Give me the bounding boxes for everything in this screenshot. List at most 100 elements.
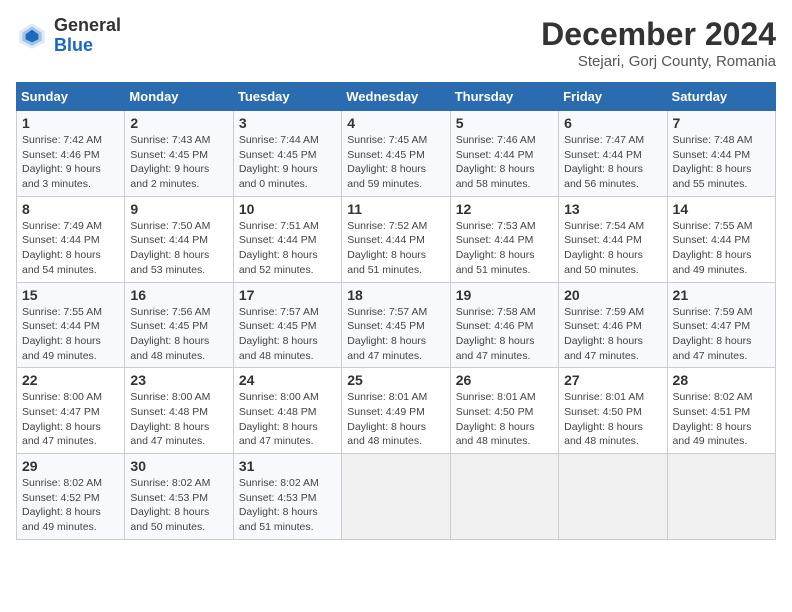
- day-info: Sunrise: 8:02 AM Sunset: 4:51 PM Dayligh…: [673, 390, 770, 449]
- day-info: Sunrise: 7:42 AM Sunset: 4:46 PM Dayligh…: [22, 133, 119, 192]
- day-info: Sunrise: 7:59 AM Sunset: 4:47 PM Dayligh…: [673, 305, 770, 364]
- calendar-week-5: 29 Sunrise: 8:02 AM Sunset: 4:52 PM Dayli…: [17, 454, 776, 540]
- day-number: 9: [130, 201, 227, 217]
- day-info: Sunrise: 8:02 AM Sunset: 4:53 PM Dayligh…: [130, 476, 227, 535]
- day-info: Sunrise: 7:59 AM Sunset: 4:46 PM Dayligh…: [564, 305, 661, 364]
- logo: General Blue: [16, 16, 121, 56]
- day-number: 21: [673, 287, 770, 303]
- col-header-friday: Friday: [559, 83, 667, 111]
- day-info: Sunrise: 7:45 AM Sunset: 4:45 PM Dayligh…: [347, 133, 444, 192]
- calendar-cell: 11Sunrise: 7:52 AM Sunset: 4:44 PM Dayli…: [342, 196, 450, 282]
- day-info: Sunrise: 8:01 AM Sunset: 4:50 PM Dayligh…: [564, 390, 661, 449]
- day-number: 17: [239, 287, 336, 303]
- day-number: 27: [564, 372, 661, 388]
- day-info: Sunrise: 7:48 AM Sunset: 4:44 PM Dayligh…: [673, 133, 770, 192]
- day-number: 25: [347, 372, 444, 388]
- day-number: 7: [673, 115, 770, 131]
- calendar-cell: 16Sunrise: 7:56 AM Sunset: 4:45 PM Dayli…: [125, 282, 233, 368]
- day-info: Sunrise: 7:43 AM Sunset: 4:45 PM Dayligh…: [130, 133, 227, 192]
- calendar-cell: [559, 454, 667, 540]
- calendar-cell: 21 Sunrise: 7:59 AM Sunset: 4:47 PM Dayli…: [667, 282, 775, 368]
- day-info: Sunrise: 7:54 AM Sunset: 4:44 PM Dayligh…: [564, 219, 661, 278]
- day-number: 30: [130, 458, 227, 474]
- day-info: Sunrise: 7:49 AM Sunset: 4:44 PM Dayligh…: [22, 219, 119, 278]
- day-info: Sunrise: 7:52 AM Sunset: 4:44 PM Dayligh…: [347, 219, 444, 278]
- day-info: Sunrise: 8:01 AM Sunset: 4:49 PM Dayligh…: [347, 390, 444, 449]
- day-number: 28: [673, 372, 770, 388]
- day-info: Sunrise: 8:02 AM Sunset: 4:52 PM Dayligh…: [22, 476, 119, 535]
- calendar-cell: 23 Sunrise: 8:00 AM Sunset: 4:48 PM Dayli…: [125, 368, 233, 454]
- calendar-cell: 2 Sunrise: 7:43 AM Sunset: 4:45 PM Daylig…: [125, 111, 233, 197]
- calendar-week-1: 1 Sunrise: 7:42 AM Sunset: 4:46 PM Daylig…: [17, 111, 776, 197]
- calendar-cell: 10Sunrise: 7:51 AM Sunset: 4:44 PM Dayli…: [233, 196, 341, 282]
- calendar-cell: 17 Sunrise: 7:57 AM Sunset: 4:45 PM Dayli…: [233, 282, 341, 368]
- day-info: Sunrise: 7:57 AM Sunset: 4:45 PM Dayligh…: [347, 305, 444, 364]
- calendar-cell: 24 Sunrise: 8:00 AM Sunset: 4:48 PM Dayli…: [233, 368, 341, 454]
- calendar-cell: 28 Sunrise: 8:02 AM Sunset: 4:51 PM Dayli…: [667, 368, 775, 454]
- calendar-cell: 18 Sunrise: 7:57 AM Sunset: 4:45 PM Dayli…: [342, 282, 450, 368]
- day-info: Sunrise: 7:44 AM Sunset: 4:45 PM Dayligh…: [239, 133, 336, 192]
- day-info: Sunrise: 7:58 AM Sunset: 4:46 PM Dayligh…: [456, 305, 553, 364]
- day-number: 8: [22, 201, 119, 217]
- day-number: 13: [564, 201, 661, 217]
- logo-icon: [16, 20, 48, 52]
- calendar-cell: [667, 454, 775, 540]
- calendar-cell: [450, 454, 558, 540]
- col-header-wednesday: Wednesday: [342, 83, 450, 111]
- calendar-cell: 29 Sunrise: 8:02 AM Sunset: 4:52 PM Dayli…: [17, 454, 125, 540]
- day-number: 31: [239, 458, 336, 474]
- day-info: Sunrise: 8:00 AM Sunset: 4:47 PM Dayligh…: [22, 390, 119, 449]
- calendar-cell: 20 Sunrise: 7:59 AM Sunset: 4:46 PM Dayli…: [559, 282, 667, 368]
- calendar-cell: 12Sunrise: 7:53 AM Sunset: 4:44 PM Dayli…: [450, 196, 558, 282]
- day-number: 22: [22, 372, 119, 388]
- col-header-saturday: Saturday: [667, 83, 775, 111]
- calendar-cell: 4 Sunrise: 7:45 AM Sunset: 4:45 PM Daylig…: [342, 111, 450, 197]
- calendar-cell: 5Sunrise: 7:46 AM Sunset: 4:44 PM Daylig…: [450, 111, 558, 197]
- day-number: 15: [22, 287, 119, 303]
- day-number: 29: [22, 458, 119, 474]
- day-number: 20: [564, 287, 661, 303]
- calendar-cell: 22 Sunrise: 8:00 AM Sunset: 4:47 PM Dayli…: [17, 368, 125, 454]
- month-title: December 2024: [541, 16, 776, 53]
- day-info: Sunrise: 7:55 AM Sunset: 4:44 PM Dayligh…: [673, 219, 770, 278]
- day-number: 19: [456, 287, 553, 303]
- day-number: 14: [673, 201, 770, 217]
- day-number: 24: [239, 372, 336, 388]
- title-block: December 2024 Stejari, Gorj County, Roma…: [541, 16, 776, 70]
- day-info: Sunrise: 7:55 AM Sunset: 4:44 PM Dayligh…: [22, 305, 119, 364]
- calendar-cell: 27 Sunrise: 8:01 AM Sunset: 4:50 PM Dayli…: [559, 368, 667, 454]
- day-number: 5: [456, 115, 553, 131]
- calendar-week-4: 22 Sunrise: 8:00 AM Sunset: 4:47 PM Dayli…: [17, 368, 776, 454]
- day-info: Sunrise: 8:02 AM Sunset: 4:53 PM Dayligh…: [239, 476, 336, 535]
- calendar-cell: 30 Sunrise: 8:02 AM Sunset: 4:53 PM Dayli…: [125, 454, 233, 540]
- day-number: 23: [130, 372, 227, 388]
- calendar-cell: 15 Sunrise: 7:55 AM Sunset: 4:44 PM Dayli…: [17, 282, 125, 368]
- day-info: Sunrise: 7:50 AM Sunset: 4:44 PM Dayligh…: [130, 219, 227, 278]
- calendar-cell: 9 Sunrise: 7:50 AM Sunset: 4:44 PM Daylig…: [125, 196, 233, 282]
- day-info: Sunrise: 7:57 AM Sunset: 4:45 PM Dayligh…: [239, 305, 336, 364]
- day-info: Sunrise: 7:51 AM Sunset: 4:44 PM Dayligh…: [239, 219, 336, 278]
- calendar-week-2: 8 Sunrise: 7:49 AM Sunset: 4:44 PM Daylig…: [17, 196, 776, 282]
- day-number: 18: [347, 287, 444, 303]
- calendar-cell: 13 Sunrise: 7:54 AM Sunset: 4:44 PM Dayli…: [559, 196, 667, 282]
- day-number: 6: [564, 115, 661, 131]
- calendar-cell: 3Sunrise: 7:44 AM Sunset: 4:45 PM Daylig…: [233, 111, 341, 197]
- day-number: 4: [347, 115, 444, 131]
- calendar-cell: 25 Sunrise: 8:01 AM Sunset: 4:49 PM Dayli…: [342, 368, 450, 454]
- calendar-cell: 8 Sunrise: 7:49 AM Sunset: 4:44 PM Daylig…: [17, 196, 125, 282]
- day-info: Sunrise: 7:47 AM Sunset: 4:44 PM Dayligh…: [564, 133, 661, 192]
- logo-text: General Blue: [54, 16, 121, 56]
- day-info: Sunrise: 8:00 AM Sunset: 4:48 PM Dayligh…: [130, 390, 227, 449]
- day-info: Sunrise: 7:53 AM Sunset: 4:44 PM Dayligh…: [456, 219, 553, 278]
- day-info: Sunrise: 8:00 AM Sunset: 4:48 PM Dayligh…: [239, 390, 336, 449]
- calendar-cell: 6 Sunrise: 7:47 AM Sunset: 4:44 PM Daylig…: [559, 111, 667, 197]
- calendar-cell: 31 Sunrise: 8:02 AM Sunset: 4:53 PM Dayli…: [233, 454, 341, 540]
- day-number: 2: [130, 115, 227, 131]
- location: Stejari, Gorj County, Romania: [541, 53, 776, 70]
- day-number: 26: [456, 372, 553, 388]
- calendar-cell: 1 Sunrise: 7:42 AM Sunset: 4:46 PM Daylig…: [17, 111, 125, 197]
- day-number: 1: [22, 115, 119, 131]
- col-header-thursday: Thursday: [450, 83, 558, 111]
- day-number: 16: [130, 287, 227, 303]
- calendar-table: SundayMondayTuesdayWednesdayThursdayFrid…: [16, 82, 776, 540]
